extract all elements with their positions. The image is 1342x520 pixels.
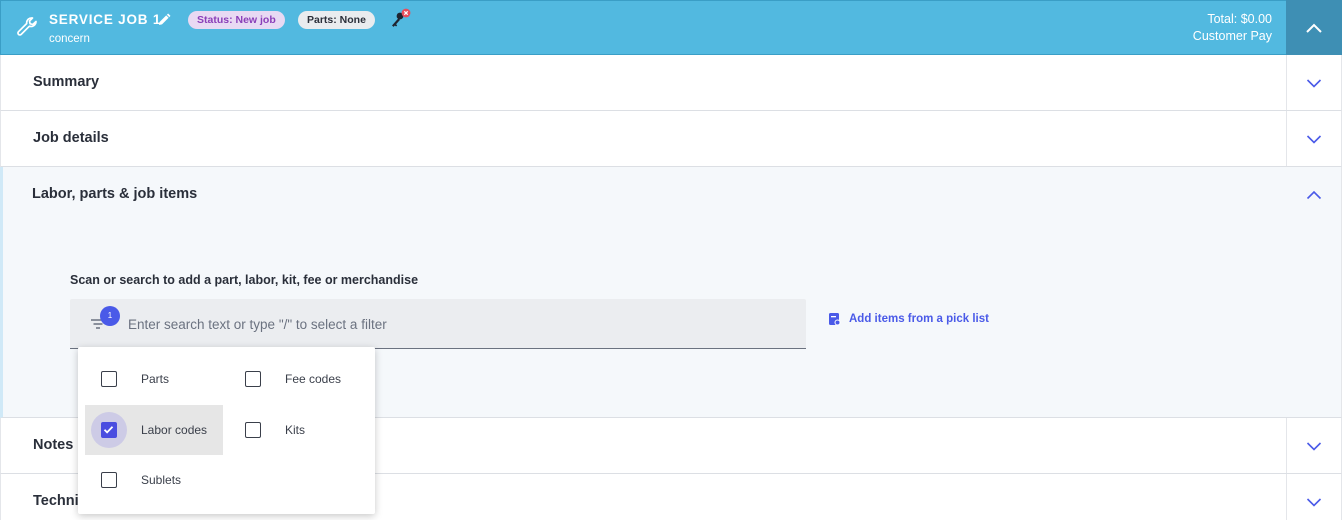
- status-badge: Status: New job: [188, 11, 285, 29]
- key-missing-icon: [392, 8, 411, 27]
- job-concern: concern: [49, 33, 90, 45]
- filter-option-parts[interactable]: Parts: [86, 354, 224, 404]
- expand-notes-button[interactable]: [1286, 418, 1341, 473]
- section-job-details[interactable]: Job details: [0, 111, 1342, 167]
- kits-checkbox[interactable]: [245, 422, 261, 438]
- chevron-up-icon: [1306, 190, 1321, 200]
- job-header: SERVICE JOB 1 concern Status: New job Pa…: [0, 0, 1342, 55]
- parts-checkbox[interactable]: [101, 371, 117, 387]
- checkmark-icon: [103, 426, 114, 434]
- collapse-labor-button[interactable]: [1286, 167, 1341, 223]
- pencil-icon[interactable]: [157, 13, 171, 27]
- item-search-input[interactable]: [128, 313, 788, 335]
- job-title: SERVICE JOB 1: [49, 12, 162, 27]
- picklist-icon: [829, 313, 841, 326]
- filter-count-badge: 1: [100, 306, 120, 326]
- chevron-up-icon: [1306, 23, 1322, 33]
- chevron-down-icon: [1306, 441, 1322, 451]
- picklist-label: Add items from a pick list: [849, 313, 989, 325]
- scan-search-label: Scan or search to add a part, labor, kit…: [70, 273, 419, 287]
- section-title: Labor, parts & job items: [32, 186, 198, 202]
- collapse-job-button[interactable]: [1286, 0, 1342, 55]
- section-title: Summary: [33, 74, 100, 90]
- chevron-down-icon: [1306, 498, 1322, 507]
- expand-technician-button[interactable]: [1286, 474, 1341, 520]
- filter-label: Parts: [141, 372, 170, 386]
- filter-dropdown: Parts Fee codes Labor codes Kits Sublets: [78, 347, 375, 514]
- filter-label: Labor codes: [141, 423, 208, 437]
- filter-label: Fee codes: [285, 372, 342, 386]
- section-title: Notes: [33, 437, 74, 453]
- chevron-down-icon: [1306, 78, 1322, 88]
- job-total: Total: $0.00 Customer Pay: [1193, 11, 1272, 45]
- filter-option-fee-codes[interactable]: Fee codes: [230, 354, 370, 404]
- total-amount: Total: $0.00: [1207, 12, 1272, 26]
- section-title: Techni: [33, 493, 79, 509]
- fee-codes-checkbox[interactable]: [245, 371, 261, 387]
- expand-job-details-button[interactable]: [1286, 111, 1341, 166]
- section-summary[interactable]: Summary: [0, 55, 1342, 111]
- pay-type: Customer Pay: [1192, 29, 1272, 43]
- filter-option-labor-codes[interactable]: Labor codes: [85, 405, 223, 455]
- parts-badge: Parts: None: [298, 11, 375, 29]
- add-from-picklist-link[interactable]: Add items from a pick list: [828, 312, 989, 326]
- filter-label: Kits: [285, 423, 306, 437]
- labor-codes-checkbox[interactable]: [101, 422, 117, 438]
- section-title: Job details: [33, 130, 109, 146]
- filter-option-kits[interactable]: Kits: [230, 405, 370, 455]
- filter-option-sublets[interactable]: Sublets: [86, 455, 224, 505]
- chevron-down-icon: [1306, 134, 1322, 144]
- sublets-checkbox[interactable]: [101, 472, 117, 488]
- expand-summary-button[interactable]: [1286, 55, 1341, 110]
- item-search-box[interactable]: 1: [70, 299, 806, 349]
- filter-label: Sublets: [141, 473, 182, 487]
- wrench-icon: [17, 17, 37, 36]
